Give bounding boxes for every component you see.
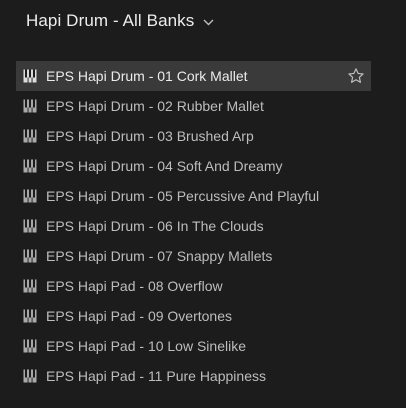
chevron-down-icon: [203, 19, 214, 26]
star-outline-icon[interactable]: [347, 67, 365, 85]
preset-item[interactable]: EPS Hapi Drum - 01 Cork Mallet: [16, 61, 371, 91]
piano-keys-icon: [23, 219, 37, 233]
preset-item[interactable]: EPS Hapi Drum - 04 Soft And Dreamy: [16, 151, 371, 181]
piano-keys-icon: [23, 69, 37, 83]
piano-keys-icon: [23, 279, 37, 293]
preset-label: EPS Hapi Drum - 03 Brushed Arp: [46, 128, 254, 144]
piano-keys-icon: [23, 369, 37, 383]
bank-selector-dropdown[interactable]: Hapi Drum - All Banks: [26, 9, 214, 33]
piano-keys-icon: [23, 309, 37, 323]
piano-keys-icon: [23, 249, 37, 263]
preset-label: EPS Hapi Drum - 05 Percussive And Playfu…: [46, 188, 320, 204]
preset-item[interactable]: EPS Hapi Drum - 02 Rubber Mallet: [16, 91, 371, 121]
preset-label: EPS Hapi Pad - 08 Overflow: [46, 278, 223, 294]
piano-keys-icon: [23, 339, 37, 353]
preset-item[interactable]: EPS Hapi Drum - 07 Snappy Mallets: [16, 241, 371, 271]
piano-keys-icon: [23, 99, 37, 113]
piano-keys-icon: [23, 189, 37, 203]
preset-item[interactable]: EPS Hapi Drum - 03 Brushed Arp: [16, 121, 371, 151]
preset-item[interactable]: EPS Hapi Pad - 11 Pure Happiness: [16, 361, 371, 391]
preset-label: EPS Hapi Pad - 10 Low Sinelike: [46, 338, 246, 354]
preset-list: EPS Hapi Drum - 01 Cork Mallet EPS Hapi D…: [16, 61, 371, 391]
piano-keys-icon: [23, 129, 37, 143]
preset-label: EPS Hapi Drum - 02 Rubber Mallet: [46, 98, 264, 114]
bank-title: Hapi Drum - All Banks: [26, 11, 195, 30]
preset-item[interactable]: EPS Hapi Pad - 09 Overtones: [16, 301, 371, 331]
preset-item[interactable]: EPS Hapi Pad - 10 Low Sinelike: [16, 331, 371, 361]
piano-keys-icon: [23, 159, 37, 173]
preset-label: EPS Hapi Pad - 09 Overtones: [46, 308, 232, 324]
preset-label: EPS Hapi Drum - 04 Soft And Dreamy: [46, 158, 283, 174]
preset-label: EPS Hapi Drum - 07 Snappy Mallets: [46, 248, 273, 264]
preset-label: EPS Hapi Drum - 01 Cork Mallet: [46, 68, 248, 84]
preset-label: EPS Hapi Pad - 11 Pure Happiness: [46, 368, 266, 384]
preset-item[interactable]: EPS Hapi Drum - 05 Percussive And Playfu…: [16, 181, 371, 211]
preset-item[interactable]: EPS Hapi Pad - 08 Overflow: [16, 271, 371, 301]
preset-label: EPS Hapi Drum - 06 In The Clouds: [46, 218, 264, 234]
preset-item[interactable]: EPS Hapi Drum - 06 In The Clouds: [16, 211, 371, 241]
